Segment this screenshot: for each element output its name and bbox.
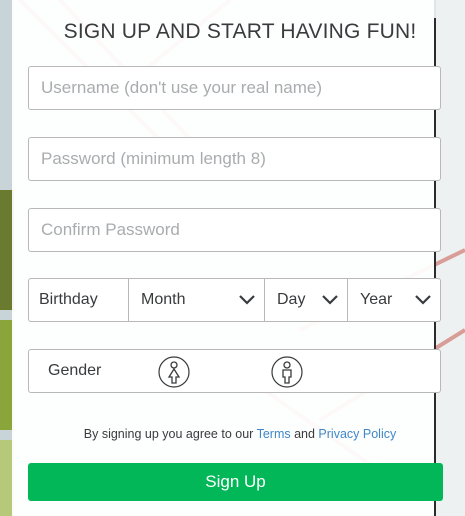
agree-prefix: By signing up you agree to our bbox=[83, 427, 257, 441]
gender-label: Gender bbox=[48, 362, 102, 379]
year-select-label: Year bbox=[360, 291, 393, 308]
male-gender-icon[interactable] bbox=[271, 356, 303, 388]
terms-agreement: By signing up you agree to our Terms and… bbox=[12, 427, 465, 441]
gender-row: Gender bbox=[28, 349, 441, 393]
birthday-label: Birthday bbox=[29, 279, 129, 321]
chevron-down-icon bbox=[239, 295, 255, 305]
birthday-row: Birthday Month Day Year bbox=[28, 278, 441, 322]
page-title: SIGN UP AND START HAVING FUN! bbox=[63, 20, 417, 43]
day-select-label: Day bbox=[277, 291, 306, 308]
username-field-container bbox=[28, 66, 441, 110]
privacy-policy-link[interactable]: Privacy Policy bbox=[318, 427, 396, 441]
chevron-down-icon bbox=[415, 295, 431, 305]
username-input[interactable] bbox=[29, 67, 440, 109]
signup-button[interactable]: Sign Up bbox=[28, 463, 443, 501]
confirm-password-input[interactable] bbox=[29, 209, 440, 251]
day-select[interactable]: Day bbox=[265, 279, 348, 321]
month-select-label: Month bbox=[141, 291, 186, 308]
chevron-down-icon bbox=[322, 295, 338, 305]
confirm-password-field-container bbox=[28, 208, 441, 252]
agree-and: and bbox=[290, 427, 319, 441]
password-field-container bbox=[28, 137, 441, 181]
female-gender-icon[interactable] bbox=[158, 356, 190, 388]
year-select[interactable]: Year bbox=[348, 279, 440, 321]
password-input[interactable] bbox=[29, 138, 440, 180]
terms-link[interactable]: Terms bbox=[257, 427, 291, 441]
month-select[interactable]: Month bbox=[129, 279, 265, 321]
